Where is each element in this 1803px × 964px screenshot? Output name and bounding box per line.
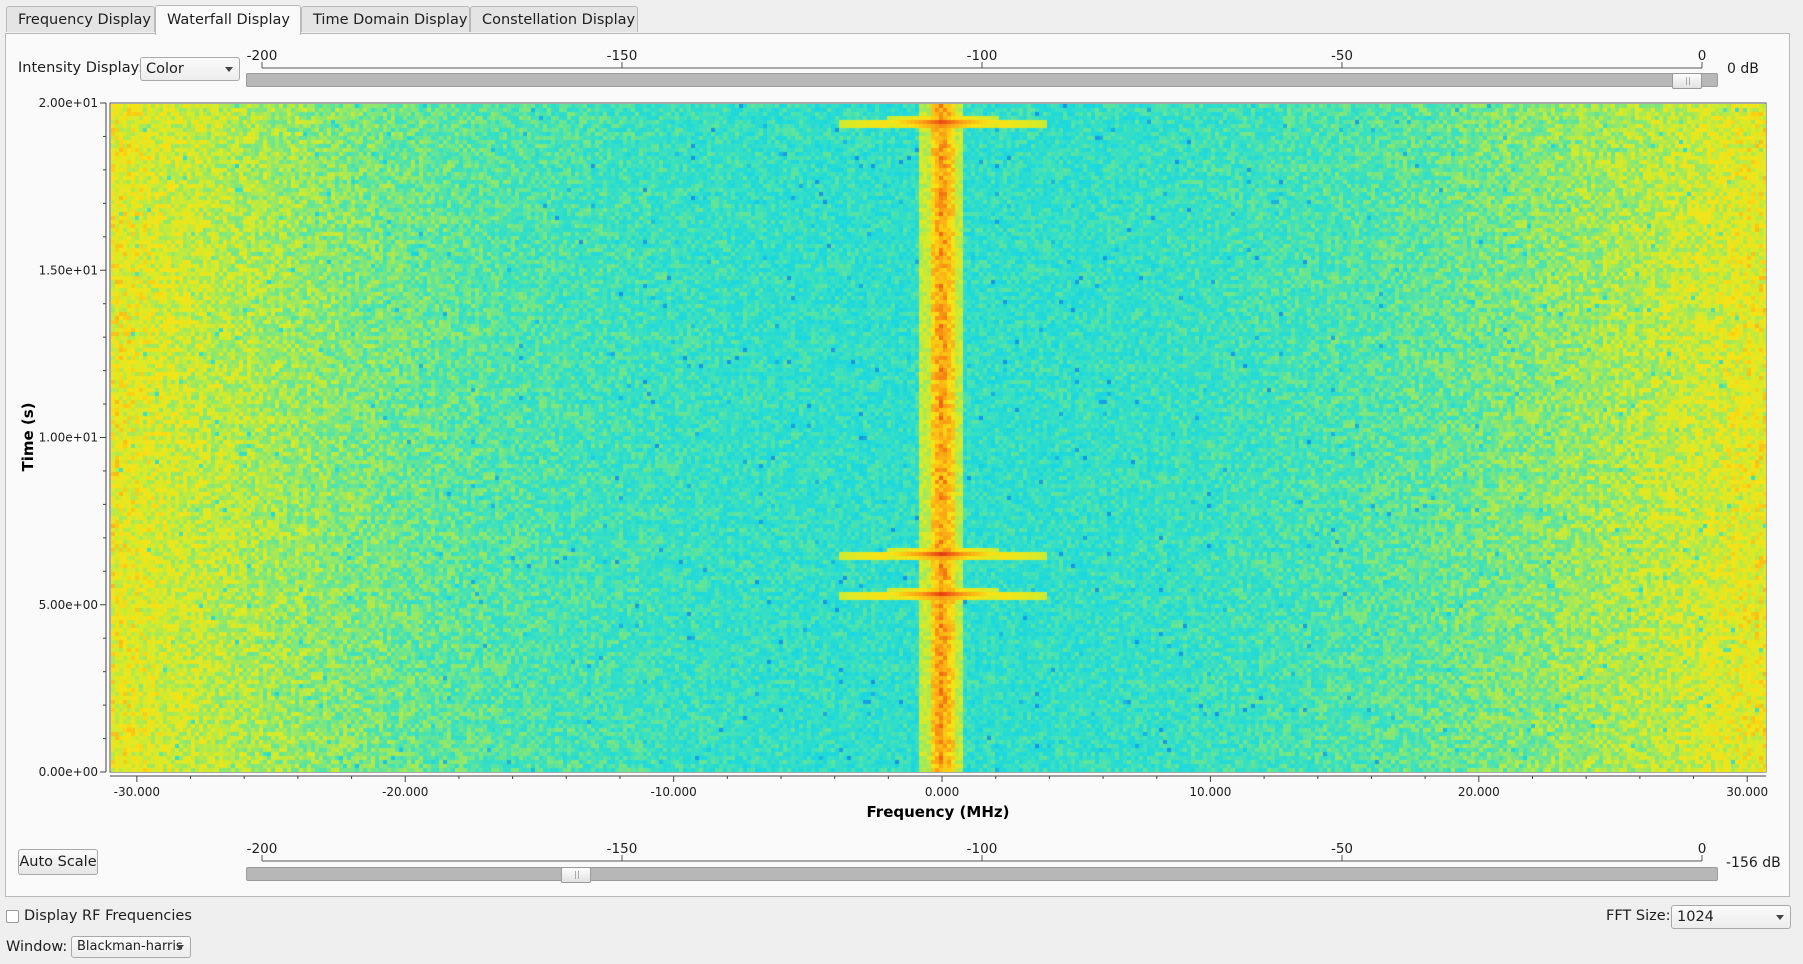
display-rf-label: Display RF Frequencies: [24, 908, 192, 924]
window-value: Blackman-harris: [77, 939, 183, 954]
bottom-slider-ticks: -200 -150 -100 -50 0: [247, 841, 1707, 862]
display-rf-checkbox[interactable]: [6, 910, 19, 923]
bottom-slider-scale: -200 -150 -100 -50 0: [247, 841, 1707, 862]
slider-tick-label: -50: [1331, 841, 1353, 857]
slider-tick-label: -200: [247, 841, 278, 857]
chevron-down-icon: [1776, 915, 1784, 920]
fft-size-label: FFT Size:: [1606, 908, 1671, 924]
chevron-down-icon: [176, 945, 184, 950]
window-label: Window:: [6, 939, 68, 955]
slider-tick-label: 0: [1698, 841, 1707, 857]
window-select[interactable]: Blackman-harris: [71, 936, 191, 958]
tab-waterfall-display[interactable]: Waterfall Display: [155, 5, 301, 35]
bottom-intensity-slider[interactable]: [246, 867, 1718, 883]
slider-tick-label: -150: [607, 841, 638, 857]
bottom-slider-handle[interactable]: [561, 867, 592, 883]
fft-size-value: 1024: [1677, 909, 1714, 925]
fft-size-select[interactable]: 1024: [1671, 905, 1791, 929]
bottom-slider-value: -156 dB: [1726, 855, 1781, 871]
slider-tick-label: -100: [967, 841, 998, 857]
